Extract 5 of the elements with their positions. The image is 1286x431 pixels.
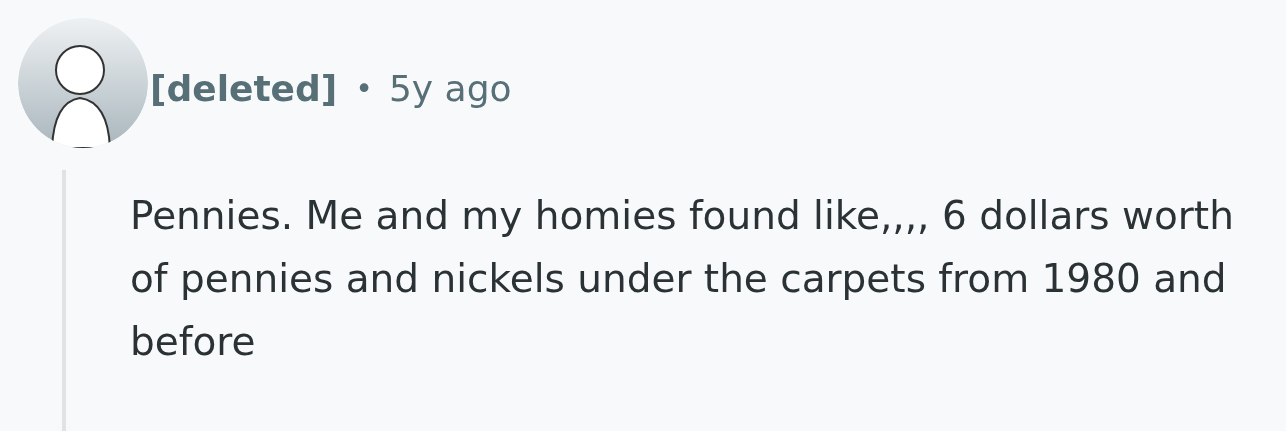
username[interactable]: [deleted] (150, 67, 338, 109)
timestamp: 5y ago (388, 67, 512, 109)
separator-dot: • (355, 70, 373, 106)
avatar-icon (18, 18, 148, 148)
comment-text: Pennies. Me and my homies found like,,,, 6 dollars worth of pennies and nickels under the carpets from 1980 and before (130, 192, 1235, 366)
